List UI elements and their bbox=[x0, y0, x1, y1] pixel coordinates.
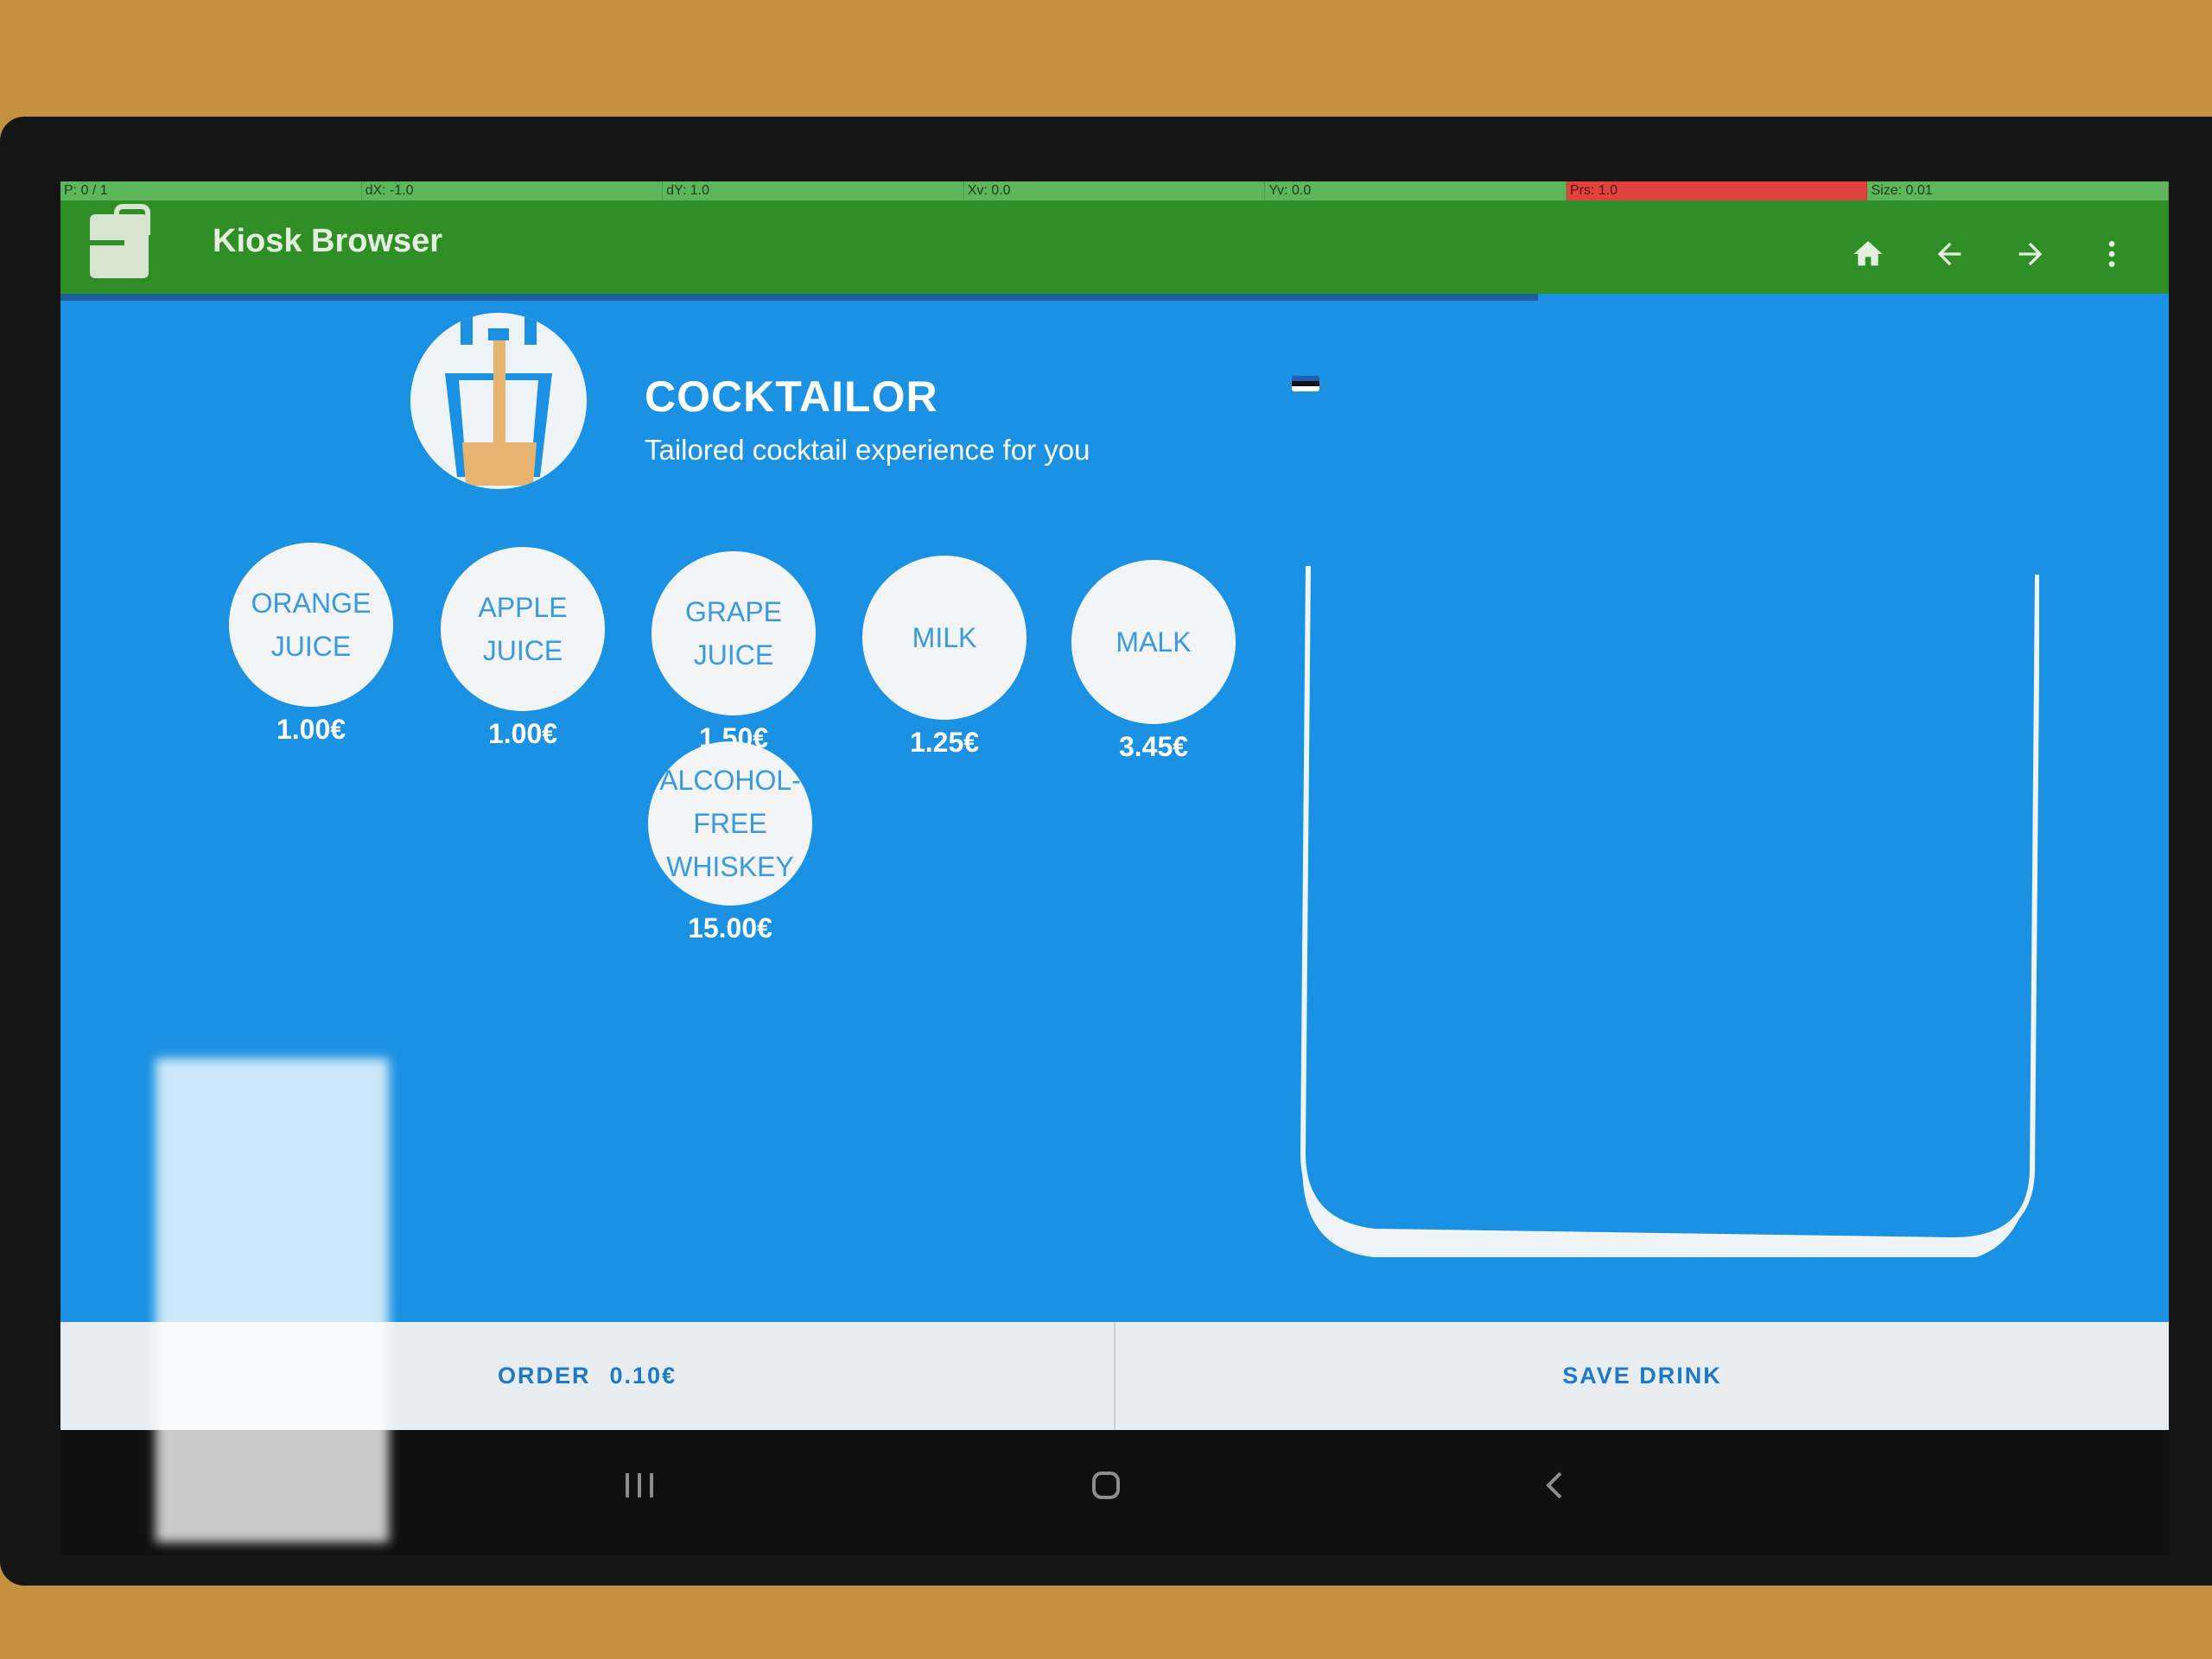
ingredient-price: 3.45€ bbox=[1118, 731, 1189, 762]
ingredient-button[interactable]: ALCOHOL-FREE WHISKEY bbox=[648, 741, 812, 906]
brand-title: COCKTAILOR bbox=[645, 372, 938, 421]
debug-pointer-count: P: 0 / 1 bbox=[60, 181, 362, 200]
ingredient-orange-juice: ORANGE JUICE 1.00€ bbox=[229, 543, 393, 746]
arrow-right-icon[interactable] bbox=[2008, 232, 2053, 276]
debug-xv: Xv: 0.0 bbox=[964, 181, 1266, 200]
debug-size: Size: 0.01 bbox=[1867, 181, 2169, 200]
ingredient-price: 15.00€ bbox=[688, 912, 772, 944]
language-flag-icon[interactable] bbox=[1292, 376, 1319, 391]
ingredient-price: 1.25€ bbox=[909, 727, 980, 758]
order-label: ORDER bbox=[497, 1363, 591, 1389]
ingredient-button[interactable]: MALK bbox=[1071, 560, 1236, 724]
recent-apps-icon[interactable] bbox=[613, 1459, 665, 1511]
ingredient-grape-juice: GRAPE JUICE 1.50€ bbox=[652, 551, 816, 754]
cocktailor-logo-icon bbox=[410, 313, 587, 489]
order-price: 0.10€ bbox=[609, 1363, 677, 1389]
save-drink-button[interactable]: SAVE DRINK bbox=[1116, 1322, 2169, 1430]
ingredient-apple-juice: APPLE JUICE 1.00€ bbox=[441, 547, 605, 750]
app-bar-actions bbox=[1846, 232, 2134, 276]
debug-pressure: Prs: 1.0 bbox=[1566, 181, 1868, 200]
ingredient-malk: MALK 3.45€ bbox=[1071, 560, 1236, 763]
debug-dy: dY: 1.0 bbox=[663, 181, 964, 200]
more-vert-icon[interactable] bbox=[2089, 232, 2134, 276]
ingredient-button[interactable]: ORANGE JUICE bbox=[229, 543, 393, 707]
ingredient-milk: MILK 1.25€ bbox=[862, 556, 1027, 759]
arrow-left-icon[interactable] bbox=[1927, 232, 1972, 276]
ingredient-button[interactable]: MILK bbox=[862, 556, 1027, 720]
ingredient-button[interactable]: GRAPE JUICE bbox=[652, 551, 816, 715]
brand-subtitle: Tailored cocktail experience for you bbox=[645, 434, 1090, 466]
ingredient-button[interactable]: APPLE JUICE bbox=[441, 547, 605, 711]
app-title: Kiosk Browser bbox=[213, 223, 443, 259]
ingredient-alcohol-free-whiskey: ALCOHOL-FREE WHISKEY 15.00€ bbox=[648, 741, 812, 944]
debug-yv: Yv: 0.0 bbox=[1265, 181, 1567, 200]
ingredient-price: 1.00€ bbox=[276, 714, 346, 745]
screen-glare bbox=[156, 1058, 389, 1542]
app-bar: Kiosk Browser bbox=[60, 200, 2169, 294]
pointer-location-bar: P: 0 / 1 dX: -1.0 dY: 1.0 Xv: 0.0 Yv: 0.… bbox=[60, 181, 2169, 200]
debug-dx: dX: -1.0 bbox=[362, 181, 664, 200]
drink-glass bbox=[1296, 565, 2040, 1262]
kiosk-browser-logo-icon bbox=[90, 204, 150, 278]
page-load-progress bbox=[60, 294, 1538, 301]
back-nav-icon[interactable] bbox=[1529, 1459, 1581, 1511]
home-icon[interactable] bbox=[1846, 232, 1891, 276]
ingredient-price: 1.00€ bbox=[487, 718, 558, 749]
home-nav-icon[interactable] bbox=[1080, 1459, 1132, 1511]
